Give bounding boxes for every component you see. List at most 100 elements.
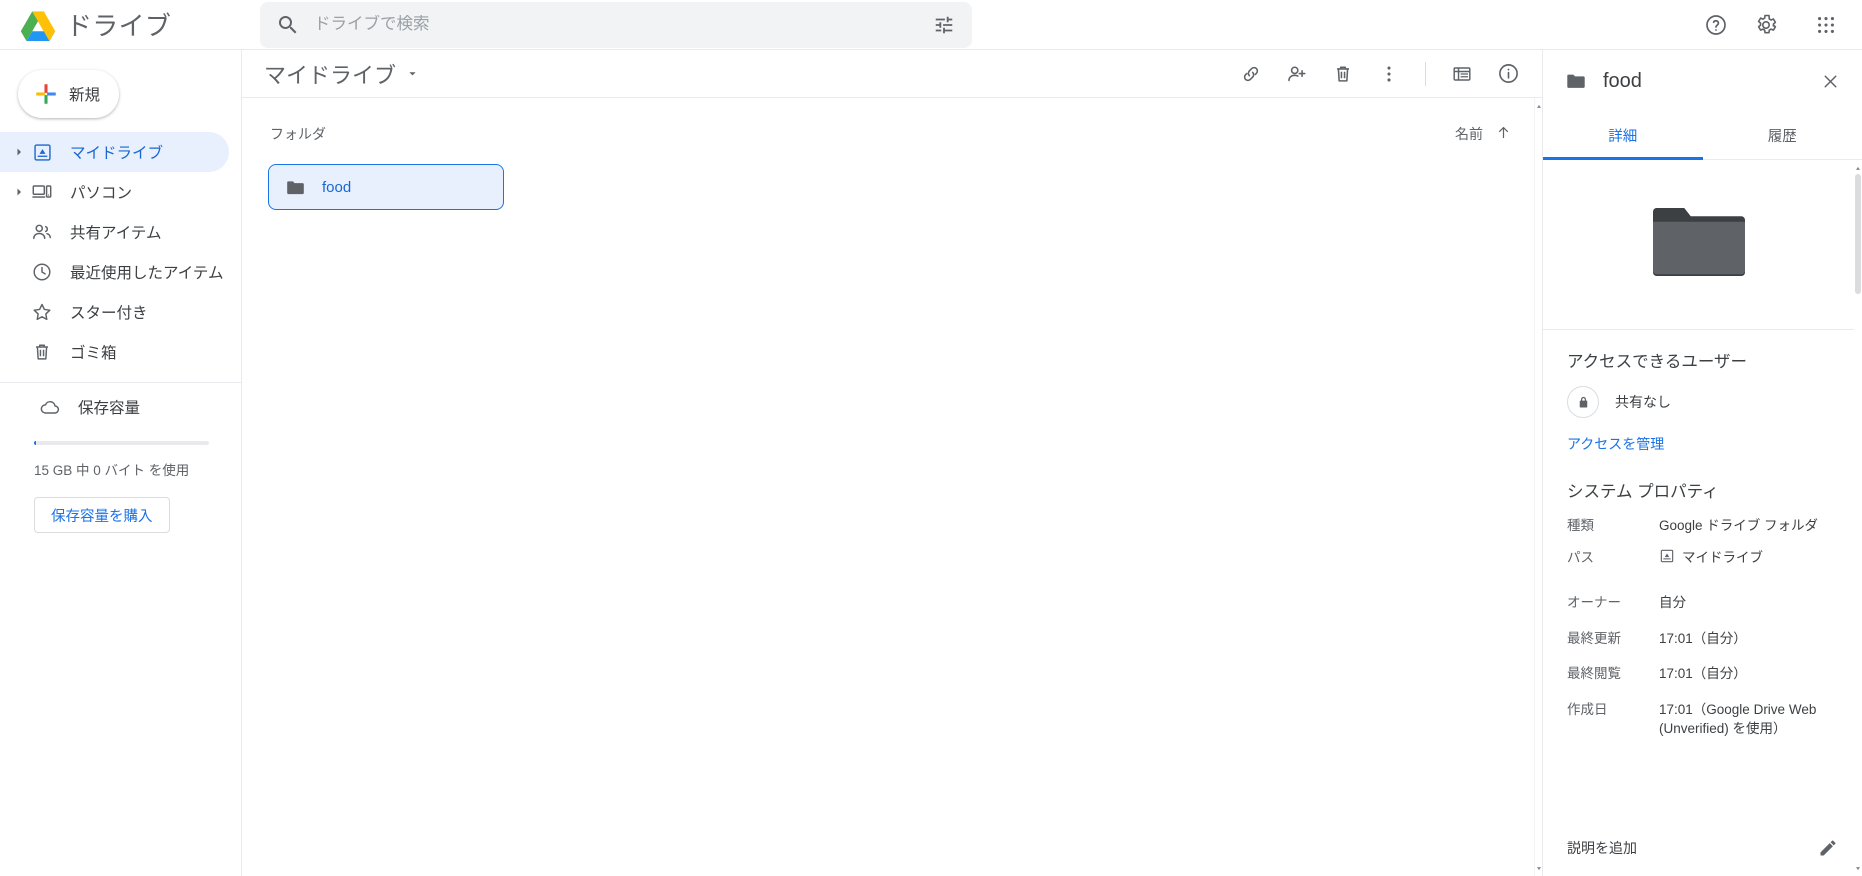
scrollbar-thumb[interactable] (1855, 174, 1861, 294)
property-value-wrap: マイドライブ (1659, 548, 1830, 568)
scroll-down-icon[interactable] (1535, 862, 1542, 874)
property-value: Google ドライブ フォルダ (1659, 518, 1819, 533)
description-placeholder: 説明を追加 (1567, 840, 1637, 856)
info-icon[interactable] (1486, 52, 1530, 96)
property-row-opened: 最終閲覧 17:01（自分） (1567, 664, 1830, 684)
search-icon (276, 13, 300, 37)
apps-grid-icon[interactable] (1804, 3, 1848, 47)
app-body: 新規 マイドライブ パソコン 共有アイテム 最近使用したアイテム スター付き ゴ… (0, 50, 1862, 876)
close-icon[interactable] (1808, 59, 1852, 103)
sidebar-item-computers[interactable]: パソコン (0, 172, 229, 212)
star-icon (30, 300, 54, 324)
property-row-owner: オーナー 自分 (1567, 593, 1830, 613)
scroll-up-icon[interactable] (1854, 162, 1862, 174)
sidebar-item-starred[interactable]: スター付き (0, 292, 229, 332)
folder-card-food[interactable]: food (268, 164, 504, 210)
help-icon[interactable] (1694, 3, 1738, 47)
share-status-row: 共有なし (1567, 386, 1830, 418)
details-scroll-content: アクセスできるユーザー 共有なし アクセスを管理 システム プロパティ 種類 G… (1543, 160, 1862, 876)
tune-icon[interactable] (924, 5, 964, 45)
more-vert-icon[interactable] (1367, 52, 1411, 96)
property-row-path: パス マイドライブ (1567, 548, 1830, 568)
property-value: 17:01（自分） (1659, 666, 1747, 682)
folder-grid: food (242, 152, 1534, 210)
brand-name: ドライブ (66, 11, 172, 41)
scroll-up-icon[interactable] (1535, 100, 1542, 112)
storage-section: 保存容量 15 GB 中 0 バイト を使用 保存容量を購入 (0, 387, 241, 533)
manage-access-link[interactable]: アクセスを管理 (1567, 434, 1664, 454)
arrow-up-icon[interactable] (1495, 124, 1512, 144)
property-key: 最終更新 (1567, 630, 1621, 646)
details-scrollbar[interactable] (1854, 160, 1862, 876)
breadcrumb-label: マイドライブ (264, 62, 397, 88)
expand-caret-icon[interactable] (8, 146, 30, 158)
main-content: マイドライブ フォルダ 名前 food (242, 50, 1542, 876)
sidebar-item-label: スター付き (70, 305, 148, 322)
toolbar-divider (1425, 61, 1426, 86)
sidebar-item-label: パソコン (70, 185, 133, 202)
chevron-down-icon[interactable] (405, 66, 420, 81)
properties-spacer (1567, 583, 1830, 593)
property-value: マイドライブ (1682, 549, 1763, 565)
drive-logo-icon (20, 9, 56, 41)
list-view-icon[interactable] (1440, 52, 1484, 96)
property-row-created: 作成日 17:01（Google Drive Web (Unverified) … (1567, 700, 1830, 739)
folder-icon (285, 177, 306, 198)
storage-progress-bar (34, 441, 209, 445)
tab-details[interactable]: 詳細 (1543, 112, 1703, 160)
person-add-icon[interactable] (1275, 52, 1319, 96)
new-button[interactable]: 新規 (18, 70, 119, 118)
gear-icon[interactable] (1744, 3, 1788, 47)
sidebar-item-trash[interactable]: ゴミ箱 (0, 332, 229, 372)
plus-icon (33, 81, 59, 107)
storage-label: 保存容量 (78, 400, 141, 417)
breadcrumb[interactable]: マイドライブ (264, 58, 420, 90)
storage-usage-text: 15 GB 中 0 バイト を使用 (34, 463, 190, 478)
folder-name: food (322, 178, 352, 196)
search-container (260, 1, 972, 48)
folders-section-header: フォルダ 名前 (242, 116, 1534, 152)
details-tabs: 詳細 履歴 (1543, 112, 1862, 160)
expand-caret-icon[interactable] (8, 186, 30, 198)
description-bar[interactable]: 説明を追加 (1543, 820, 1862, 876)
google-drive-window: ドライブ ドライブで検索 新規 マイドライブ パソコン 共有アイテム 最近使用し… (0, 0, 1862, 876)
property-key: 種類 (1567, 518, 1594, 533)
details-title: food (1603, 69, 1642, 92)
file-list: フォルダ 名前 food (242, 98, 1534, 876)
sidebar-item-label: ゴミ箱 (70, 345, 117, 362)
scroll-down-icon[interactable] (1854, 862, 1862, 874)
link-icon[interactable] (1229, 52, 1273, 96)
buy-storage-button[interactable]: 保存容量を購入 (34, 497, 170, 533)
my-drive-icon (1659, 548, 1675, 564)
computer-icon (30, 180, 54, 204)
folder-large-icon (1652, 206, 1745, 283)
system-properties-table: 種類 Google ドライブ フォルダ パス マイドライブ オーナー 自分 最終… (1567, 516, 1830, 739)
sidebar-item-label: 共有アイテム (70, 225, 162, 242)
access-heading: アクセスできるユーザー (1567, 353, 1748, 371)
app-header: ドライブ (0, 0, 1862, 50)
trash-icon[interactable] (1321, 52, 1365, 96)
sidebar-item-label: 最近使用したアイテム (70, 265, 224, 282)
property-key: 最終閲覧 (1567, 666, 1621, 682)
trash-icon (30, 340, 54, 364)
details-header: food (1543, 50, 1862, 112)
breadcrumb-bar: マイドライブ (242, 50, 1542, 98)
sidebar-item-storage[interactable]: 保存容量 (8, 387, 213, 427)
search-box[interactable] (260, 1, 972, 48)
pencil-icon[interactable] (1810, 830, 1846, 866)
sidebar-item-my-drive[interactable]: マイドライブ (0, 132, 229, 172)
property-value: 17:01（自分） (1659, 630, 1747, 646)
sidebar-item-shared[interactable]: 共有アイテム (0, 212, 229, 252)
property-key: パス (1567, 549, 1594, 565)
sidebar-divider (0, 382, 241, 383)
search-input[interactable] (300, 15, 924, 34)
my-drive-icon (30, 140, 54, 164)
main-scrollbar[interactable] (1534, 98, 1542, 876)
main-toolbar (1229, 52, 1530, 96)
sort-control[interactable]: 名前 (1455, 124, 1512, 144)
sidebar-item-recent[interactable]: 最近使用したアイテム (0, 252, 229, 292)
tab-activity[interactable]: 履歴 (1703, 112, 1862, 159)
clock-icon (30, 260, 54, 284)
sidebar: 新規 マイドライブ パソコン 共有アイテム 最近使用したアイテム スター付き ゴ… (0, 50, 242, 876)
brand[interactable]: ドライブ (0, 6, 256, 43)
